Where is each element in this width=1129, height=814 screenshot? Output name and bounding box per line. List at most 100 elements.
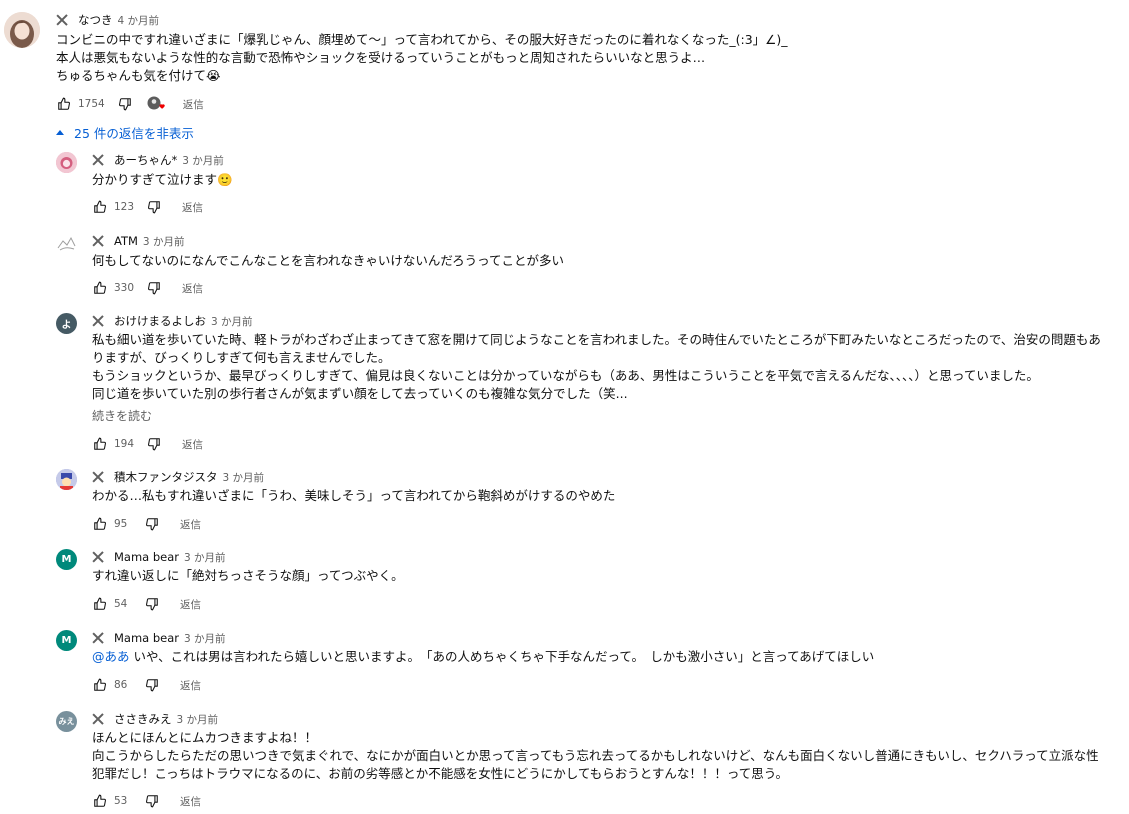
close-icon[interactable] [92, 551, 104, 563]
thumbs-down-icon[interactable] [144, 677, 160, 693]
reply-comment: 積木ファンタジスタ 3 か月前 わかる…私もすれ違いざまに「うわ、美味しそう」っ… [0, 467, 1129, 537]
close-icon[interactable] [92, 632, 104, 644]
thumbs-up-icon[interactable] [92, 436, 108, 452]
comment-line: コンビニの中ですれ違いざまに「爆乳じゃん、顔埋めて〜」って言われてから、その服大… [56, 32, 788, 47]
avatar-initial: M [61, 554, 72, 565]
avatar-initial: よ [61, 320, 72, 331]
comment-line: ほんとにほんとにムカつきますよね！！ [92, 730, 318, 745]
thumbs-down-icon[interactable] [146, 280, 162, 296]
hide-replies-button[interactable]: 25 件の返信を非表示 [56, 123, 194, 142]
comment-time[interactable]: 3 か月前 [184, 631, 226, 646]
avatar[interactable] [56, 233, 77, 254]
comment-text: わかる…私もすれ違いざまに「うわ、美味しそう」って言われてから鞄斜めがけするのや… [92, 487, 615, 505]
like-count: 330 [114, 282, 135, 294]
comment-author[interactable]: あーちゃん* [114, 152, 177, 168]
close-icon[interactable] [92, 235, 104, 247]
avatar[interactable]: M [56, 630, 77, 651]
comment-line: ちゅるちゃんも気を付けて😭 [56, 68, 221, 83]
comment-text: 分かりすぎて泣けます🙂 [92, 171, 233, 189]
creator-heart-icon[interactable] [147, 96, 165, 112]
comment-author[interactable]: Mama bear [114, 631, 179, 645]
reply-comment: ATM 3 か月前 何もしてないのになんでこんなことを言われなきゃいけないんだろ… [0, 231, 1129, 301]
close-icon[interactable] [92, 154, 104, 166]
comment-line: りますが、びっくりしすぎて何も言えませんでした。 [92, 350, 391, 365]
comment-time[interactable]: 3 か月前 [223, 470, 265, 485]
avatar-initial: M [61, 635, 72, 646]
comment-line: すれ違い返しに「絶対ちっさそうな顔」ってつぶやく。 [92, 568, 404, 583]
thumbs-up-icon[interactable] [92, 280, 108, 296]
comment-author[interactable]: おけけまるよしお [114, 313, 206, 329]
reply-button[interactable]: 返信 [182, 281, 203, 296]
reply-button[interactable]: 返信 [183, 97, 204, 112]
comment-author[interactable]: ささきみえ [114, 711, 172, 727]
comment-time[interactable]: 3 か月前 [143, 234, 185, 249]
reply-button[interactable]: 返信 [180, 517, 201, 532]
close-icon[interactable] [56, 14, 68, 26]
thumbs-down-icon[interactable] [146, 436, 162, 452]
reply-button[interactable]: 返信 [180, 678, 201, 693]
avatar-initial: みえ [58, 717, 75, 726]
comment-line: 向こうからしたらただの思いつきで気まぐれで、なにかが面白いとか思って言ってもう忘… [92, 748, 1099, 763]
comment-time[interactable]: 3 か月前 [184, 550, 226, 565]
thumbs-up-icon[interactable] [92, 199, 108, 215]
thumbs-up-icon[interactable] [56, 96, 72, 112]
reply-button[interactable]: 返信 [180, 794, 201, 809]
thumbs-down-icon[interactable] [117, 96, 133, 112]
like-count: 123 [114, 201, 135, 213]
comment-line: 犯罪だし！こっちはトラウマになるのに、お前の劣等感とか不能感を女性にどうにかして… [92, 766, 789, 781]
like-count: 95 [114, 518, 128, 530]
like-count: 194 [114, 438, 135, 450]
thumbs-down-icon[interactable] [144, 793, 160, 809]
reply-button[interactable]: 返信 [182, 437, 203, 452]
avatar[interactable]: みえ [56, 711, 77, 732]
comment-time[interactable]: 3 か月前 [211, 314, 253, 329]
thumbs-down-icon[interactable] [144, 516, 160, 532]
like-count: 53 [114, 795, 128, 807]
reply-comment: あーちゃん* 3 か月前 分かりすぎて泣けます🙂 123 返信 [0, 150, 1129, 220]
comment-author[interactable]: ATM [114, 234, 138, 248]
comment-text: ほんとにほんとにムカつきますよね！！ 向こうからしたらただの思いつきで気まぐれで… [92, 729, 1099, 783]
comment-author[interactable]: なつき [78, 12, 113, 28]
mention-link[interactable]: @ああ [92, 648, 130, 666]
reply-comment: M Mama bear 3 か月前 すれ違い返しに「絶対ちっさそうな顔」ってつぶ… [0, 547, 1129, 617]
reply-button[interactable]: 返信 [182, 200, 203, 215]
thumbs-up-icon[interactable] [92, 596, 108, 612]
like-count: 86 [114, 679, 128, 691]
comment-line: わかる…私もすれ違いざまに「うわ、美味しそう」って言われてから鞄斜めがけするのや… [92, 488, 616, 503]
reply-comment: よ おけけまるよしお 3 か月前 私も細い道を歩いていた時、軽トラがわざわざ止ま… [0, 311, 1129, 456]
comment-author[interactable]: 積木ファンタジスタ [114, 469, 218, 485]
read-more-link[interactable]: 続きを読む [92, 407, 152, 424]
avatar[interactable] [56, 152, 77, 173]
thumbs-up-icon[interactable] [92, 793, 108, 809]
thumbs-down-icon[interactable] [144, 596, 160, 612]
close-icon[interactable] [92, 315, 104, 327]
comment-text: @ああ いや、これは男は言われたら嬉しいと思いますよ。 「あの人めちゃくちゃ下手… [92, 648, 874, 666]
avatar[interactable] [56, 469, 77, 490]
comment-time[interactable]: 3 か月前 [182, 153, 224, 168]
comment-text: 何もしてないのになんでこんなことを言われなきゃいけないんだろうってことが多い [92, 252, 564, 270]
thumbs-down-icon[interactable] [146, 199, 162, 215]
comment-time[interactable]: 3 か月前 [177, 712, 219, 727]
thumbs-up-icon[interactable] [92, 516, 108, 532]
avatar[interactable]: M [56, 549, 77, 570]
thumbs-up-icon[interactable] [92, 677, 108, 693]
reply-comment: みえ ささきみえ 3 か月前 ほんとにほんとにムカつきますよね！！ 向こうからし… [0, 709, 1129, 814]
comment-author[interactable]: Mama bear [114, 550, 179, 564]
comment-line: 分かりすぎて泣けます🙂 [92, 172, 233, 187]
comment-line: 同じ道を歩いていた別の歩行者さんが気まずい顔をして去っていくのも複雑な気分でした… [92, 386, 628, 401]
comment-time[interactable]: 4 か月前 [118, 13, 160, 28]
comment-text: コンビニの中ですれ違いざまに「爆乳じゃん、顔埋めて〜」って言われてから、その服大… [56, 31, 788, 85]
main-comment: なつき 4 か月前 コンビニの中ですれ違いざまに「爆乳じゃん、顔埋めて〜」って言… [0, 0, 1129, 120]
close-icon[interactable] [92, 471, 104, 483]
close-icon[interactable] [92, 713, 104, 725]
comment-text: すれ違い返しに「絶対ちっさそうな顔」ってつぶやく。 [92, 567, 404, 585]
comment-line: 本人は悪気もないような性的な言動で恐怖やショックを受けるっていうことがもっと周知… [56, 50, 706, 65]
comment-line: もうショックというか、最早びっくりしすぎて、偏見は良くないことは分かっていながら… [92, 368, 1039, 383]
avatar[interactable] [4, 12, 40, 48]
comment-line: 何もしてないのになんでこんなことを言われなきゃいけないんだろうってことが多い [92, 253, 565, 268]
avatar[interactable]: よ [56, 313, 77, 334]
comment-line: 私も細い道を歩いていた時、軽トラがわざわざ止まってきて窓を開けて同じようなことを… [92, 332, 1101, 347]
comment-text: 私も細い道を歩いていた時、軽トラがわざわざ止まってきて窓を開けて同じようなことを… [92, 331, 1101, 403]
reply-button[interactable]: 返信 [180, 597, 201, 612]
hide-replies-label: 25 件の返信を非表示 [74, 126, 194, 141]
